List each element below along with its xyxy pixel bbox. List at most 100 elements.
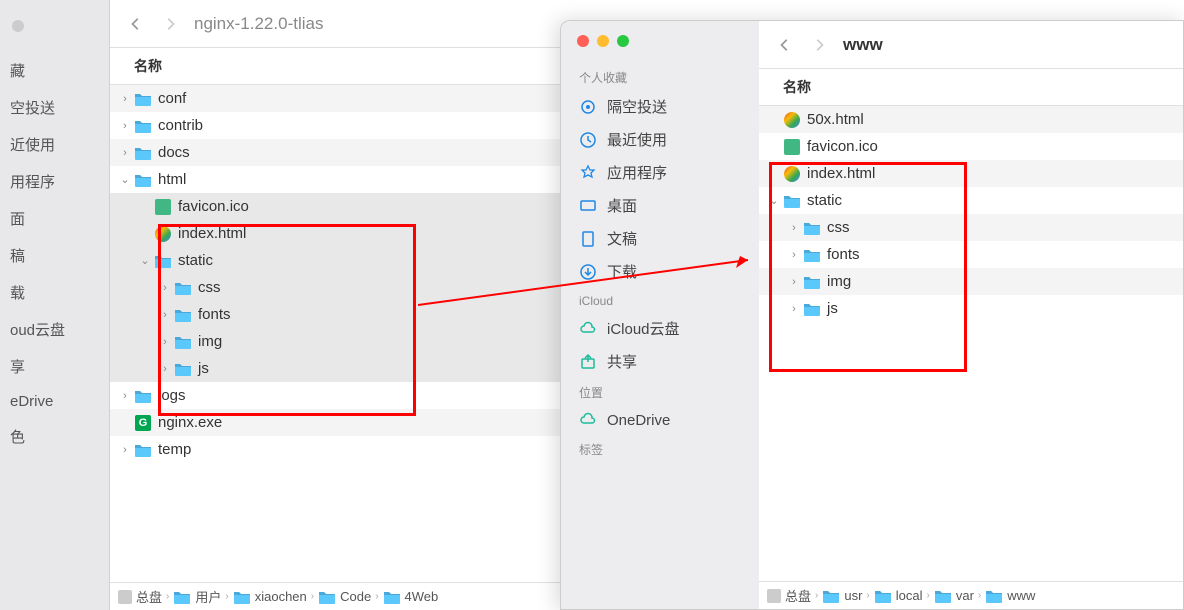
- folder-icon: [172, 281, 194, 295]
- file-row[interactable]: index.html: [759, 160, 1183, 187]
- path-bar-left[interactable]: 总盘› 用户› xiaochen› Code› 4Web: [110, 582, 560, 610]
- close-icon[interactable]: [577, 35, 589, 47]
- column-header-right[interactable]: 名称: [759, 69, 1183, 106]
- sidebar-item-label: 隔空投送: [607, 96, 667, 117]
- disclosure-icon[interactable]: ›: [118, 93, 132, 105]
- file-label: js: [823, 300, 838, 317]
- path-bar-right[interactable]: 总盘› usr› local› var› www: [759, 581, 1183, 609]
- sidebar-item[interactable]: eDrive: [0, 385, 109, 418]
- sidebar-item-recent[interactable]: 最近使用: [561, 123, 759, 156]
- folder-icon: [152, 254, 174, 268]
- file-row[interactable]: › js: [759, 295, 1183, 322]
- sidebar-item-label: 共享: [607, 351, 637, 372]
- column-header-left[interactable]: 名称: [110, 48, 560, 85]
- disclosure-icon[interactable]: ›: [787, 222, 801, 234]
- file-row[interactable]: favicon.ico: [759, 133, 1183, 160]
- file-row[interactable]: 50x.html: [759, 106, 1183, 133]
- chevron-right-icon: ›: [166, 591, 169, 602]
- disclosure-icon[interactable]: ›: [158, 282, 172, 294]
- sidebar-item-downloads[interactable]: 下载: [561, 255, 759, 288]
- disclosure-icon[interactable]: ›: [118, 147, 132, 159]
- disclosure-icon[interactable]: ⌄: [138, 254, 152, 267]
- path-segment[interactable]: www: [985, 588, 1035, 603]
- path-segment[interactable]: usr: [822, 588, 862, 603]
- sidebar-item-cloud[interactable]: OneDrive: [561, 405, 759, 435]
- file-row[interactable]: ⌄static: [110, 247, 560, 274]
- back-button[interactable]: [126, 14, 146, 34]
- sidebar-item[interactable]: 空投送: [0, 89, 109, 126]
- disclosure-icon[interactable]: ⌄: [767, 194, 781, 207]
- file-row[interactable]: ›fonts: [110, 301, 560, 328]
- disclosure-icon[interactable]: ›: [118, 444, 132, 456]
- path-segment[interactable]: xiaochen: [233, 589, 307, 604]
- path-segment[interactable]: local: [874, 588, 923, 603]
- exe-icon: G: [132, 415, 154, 431]
- file-row[interactable]: ›img: [110, 328, 560, 355]
- path-segment[interactable]: var: [934, 588, 974, 603]
- file-row[interactable]: ›temp: [110, 436, 560, 463]
- minimize-icon[interactable]: [597, 35, 609, 47]
- file-row[interactable]: › img: [759, 268, 1183, 295]
- traffic-lights[interactable]: [561, 35, 759, 63]
- disclosure-icon[interactable]: ⌄: [118, 173, 132, 186]
- maximize-icon[interactable]: [617, 35, 629, 47]
- sidebar-item[interactable]: 藏: [0, 52, 109, 89]
- window-control-dot[interactable]: [12, 20, 24, 32]
- file-row[interactable]: › contrib: [110, 112, 560, 139]
- sidebar-item[interactable]: 稿: [0, 237, 109, 274]
- forward-button[interactable]: [160, 14, 180, 34]
- path-segment[interactable]: 用户: [173, 587, 221, 606]
- path-segment[interactable]: 总盘: [767, 586, 811, 605]
- file-row[interactable]: ›docs: [110, 139, 560, 166]
- sidebar-item-apps[interactable]: 应用程序: [561, 156, 759, 189]
- disclosure-icon[interactable]: ›: [118, 120, 132, 132]
- disclosure-icon[interactable]: ›: [158, 309, 172, 321]
- sidebar-item-airdrop[interactable]: 隔空投送: [561, 90, 759, 123]
- path-segment[interactable]: Code: [318, 589, 371, 604]
- file-row[interactable]: ›css: [759, 214, 1183, 241]
- sidebar-item-label: iCloud云盘: [607, 318, 680, 339]
- ico-icon: [152, 199, 174, 215]
- window-title-left: nginx-1.22.0-tlias: [194, 14, 323, 34]
- file-label: img: [823, 273, 851, 290]
- back-button[interactable]: [775, 35, 795, 55]
- file-list-left[interactable]: ›conf›contrib›docs⌄htmlfavicon.icoindex.…: [110, 85, 560, 582]
- sidebar-item[interactable]: oud云盘: [0, 311, 109, 348]
- path-segment[interactable]: 4Web: [383, 589, 439, 604]
- disclosure-icon[interactable]: ›: [158, 336, 172, 348]
- file-row[interactable]: index.html: [110, 220, 560, 247]
- sidebar-item[interactable]: 享: [0, 348, 109, 385]
- toolbar-right: www: [759, 21, 1183, 69]
- file-row[interactable]: ›logs: [110, 382, 560, 409]
- file-row[interactable]: ›css: [110, 274, 560, 301]
- disclosure-icon[interactable]: ›: [787, 303, 801, 315]
- folder-icon: [172, 335, 194, 349]
- disclosure-icon[interactable]: ›: [118, 390, 132, 402]
- file-row[interactable]: ⌄html: [110, 166, 560, 193]
- file-row[interactable]: ⌄static: [759, 187, 1183, 214]
- sidebar-item-share[interactable]: 共享: [561, 345, 759, 378]
- sidebar-item[interactable]: 面: [0, 200, 109, 237]
- disclosure-icon[interactable]: ›: [787, 276, 801, 288]
- sidebar-item-cloud[interactable]: iCloud云盘: [561, 312, 759, 345]
- docs-icon: [579, 230, 597, 248]
- sidebar-item[interactable]: 色: [0, 418, 109, 455]
- file-row[interactable]: ›js: [110, 355, 560, 382]
- path-segment[interactable]: 总盘: [118, 587, 162, 606]
- file-label: contrib: [154, 117, 203, 134]
- disclosure-icon[interactable]: ›: [158, 363, 172, 375]
- disclosure-icon[interactable]: ›: [787, 249, 801, 261]
- file-row[interactable]: favicon.ico: [110, 193, 560, 220]
- file-label: nginx.exe: [154, 414, 222, 431]
- toolbar-left: nginx-1.22.0-tlias: [110, 0, 560, 48]
- file-row[interactable]: ›fonts: [759, 241, 1183, 268]
- file-row[interactable]: ›conf: [110, 85, 560, 112]
- file-row[interactable]: Gnginx.exe: [110, 409, 560, 436]
- sidebar-item-desktop[interactable]: 桌面: [561, 189, 759, 222]
- sidebar-item[interactable]: 近使用: [0, 126, 109, 163]
- sidebar-item[interactable]: 载: [0, 274, 109, 311]
- file-list-right[interactable]: 50x.htmlfavicon.icoindex.html⌄static›css…: [759, 106, 1183, 581]
- sidebar-item-docs[interactable]: 文稿: [561, 222, 759, 255]
- sidebar-item[interactable]: 用程序: [0, 163, 109, 200]
- forward-button[interactable]: [809, 35, 829, 55]
